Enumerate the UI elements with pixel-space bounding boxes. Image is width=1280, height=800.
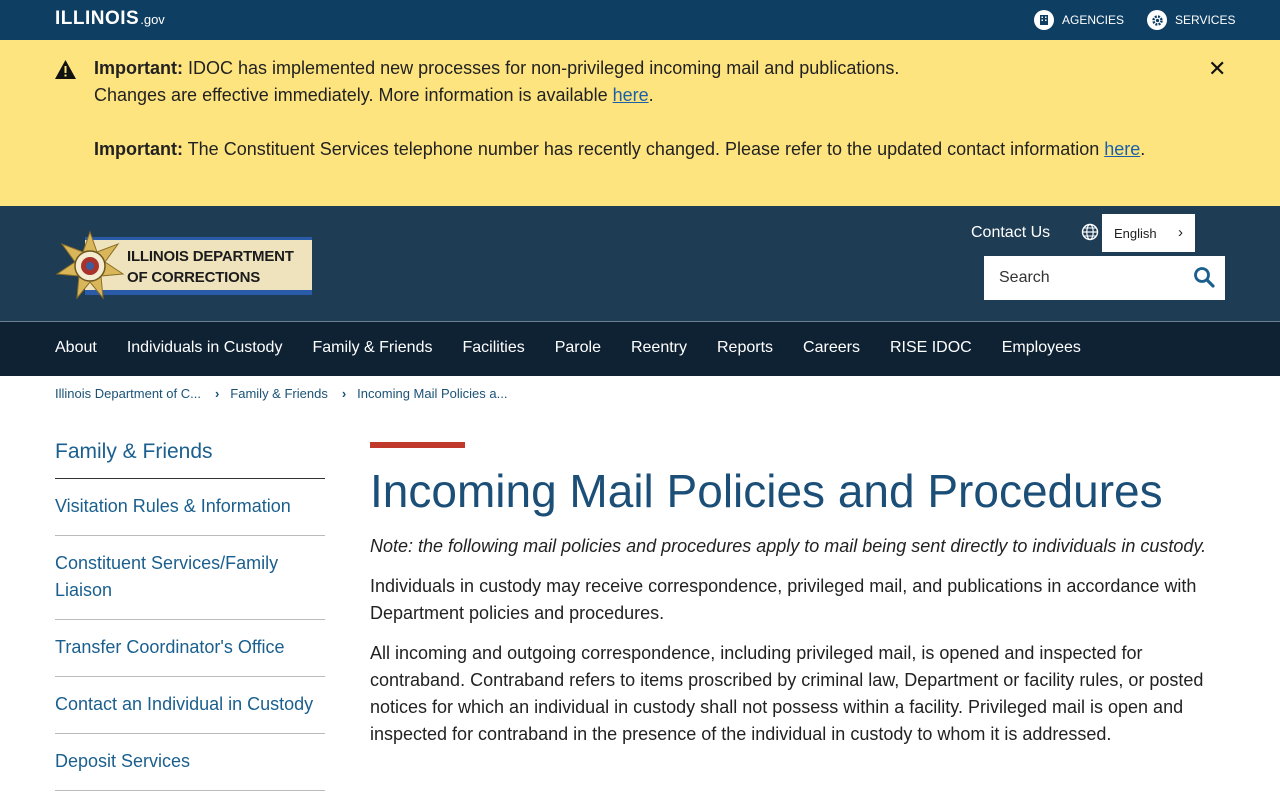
logo-line-1: ILLINOIS DEPARTMENT	[127, 248, 294, 265]
state-topbar: ILLINOIS.gov AGENCIES SERVICES	[0, 0, 1280, 40]
globe-icon	[1081, 223, 1099, 241]
alert-message-2: Important: The Constituent Services tele…	[94, 139, 1146, 159]
contact-us-link[interactable]: Contact Us	[971, 224, 1050, 242]
site-header: ILLINOIS DEPARTMENT OF CORRECTIONS Contac…	[0, 206, 1280, 321]
nav-item-reentry[interactable]: Reentry	[631, 339, 687, 357]
nav-item-individuals-in-custody[interactable]: Individuals in Custody	[127, 339, 283, 357]
breadcrumb-item-current[interactable]: Incoming Mail Policies a...	[357, 386, 507, 401]
language-select[interactable]: English ›	[1102, 214, 1195, 252]
language-value: English	[1114, 226, 1157, 241]
close-icon[interactable]: ✕	[1208, 58, 1226, 80]
search-icon[interactable]	[1193, 266, 1215, 288]
main-navigation: About Individuals in Custody Family & Fr…	[0, 321, 1280, 376]
nav-item-about[interactable]: About	[55, 339, 97, 357]
breadcrumb-item-home[interactable]: Illinois Department of C...	[55, 386, 201, 401]
gears-icon	[1147, 10, 1167, 30]
alert-label: Important:	[94, 58, 183, 78]
idoc-logo[interactable]: ILLINOIS DEPARTMENT OF CORRECTIONS	[55, 230, 312, 300]
chevron-right-icon: ›	[1178, 224, 1183, 241]
note-paragraph: Note: the following mail policies and pr…	[370, 536, 1207, 556]
sidebar-item-contact-individual[interactable]: Contact an Individual in Custody	[55, 677, 325, 734]
nav-item-reports[interactable]: Reports	[717, 339, 773, 357]
sidebar-item-deposit-services[interactable]: Deposit Services	[55, 734, 325, 791]
alert-text: The Constituent Services telephone numbe…	[183, 139, 1105, 159]
alert-contact-info-link[interactable]: here	[1104, 139, 1140, 159]
body-paragraph: All incoming and outgoing correspondence…	[370, 643, 1204, 744]
alert-label: Important:	[94, 139, 183, 159]
section-sidebar: Family & Friends Visitation Rules & Info…	[55, 440, 325, 791]
search-input[interactable]	[984, 256, 1174, 300]
nav-item-rise-idoc[interactable]: RISE IDOC	[890, 339, 972, 357]
nav-item-employees[interactable]: Employees	[1002, 339, 1081, 357]
star-badge-icon	[55, 230, 125, 300]
alert-text: IDOC has implemented new processes for n…	[183, 58, 900, 78]
nav-item-parole[interactable]: Parole	[555, 339, 601, 357]
logo-line-2: OF CORRECTIONS	[127, 269, 261, 286]
alert-message-1: Important: IDOC has implemented new proc…	[94, 58, 900, 105]
chevron-right-icon: ›	[341, 386, 347, 401]
logo-wordmark: ILLINOIS DEPARTMENT OF CORRECTIONS	[127, 246, 294, 288]
agencies-label: AGENCIES	[1062, 13, 1125, 27]
sidebar-heading[interactable]: Family & Friends	[55, 440, 325, 479]
main-content: Incoming Mail Policies and Procedures No…	[370, 442, 1230, 748]
page-title: Incoming Mail Policies and Procedures	[370, 465, 1163, 517]
building-icon	[1034, 10, 1054, 30]
title-accent-rule	[370, 442, 465, 448]
illinois-gov-logo[interactable]: ILLINOIS.gov	[55, 8, 165, 30]
services-label: SERVICES	[1175, 13, 1236, 27]
sidebar-item-transfer-coordinator[interactable]: Transfer Coordinator's Office	[55, 620, 325, 677]
nav-item-facilities[interactable]: Facilities	[462, 339, 524, 357]
nav-item-family-friends[interactable]: Family & Friends	[312, 339, 432, 357]
nav-item-careers[interactable]: Careers	[803, 339, 860, 357]
agencies-link[interactable]: AGENCIES	[1034, 10, 1124, 30]
alert-banner: ✕ Important: IDOC has implemented new pr…	[0, 40, 1280, 206]
alert-text: Changes are effective immediately. More …	[94, 85, 613, 105]
breadcrumb-item-family-friends[interactable]: Family & Friends	[230, 386, 328, 401]
logo-text: ILLINOIS	[55, 8, 140, 29]
search-box	[984, 256, 1225, 300]
breadcrumb: Illinois Department of C... › Family & F…	[55, 386, 507, 401]
body-paragraph: Individuals in custody may receive corre…	[370, 576, 1197, 623]
alert-more-info-link[interactable]: here	[613, 85, 649, 105]
warning-icon	[55, 60, 76, 79]
sidebar-item-visitation[interactable]: Visitation Rules & Information	[55, 479, 325, 536]
logo-suffix: .gov	[140, 12, 165, 27]
sidebar-item-constituent-services[interactable]: Constituent Services/Family Liaison	[55, 536, 325, 620]
services-link[interactable]: SERVICES	[1147, 10, 1235, 30]
chevron-right-icon: ›	[214, 386, 220, 401]
